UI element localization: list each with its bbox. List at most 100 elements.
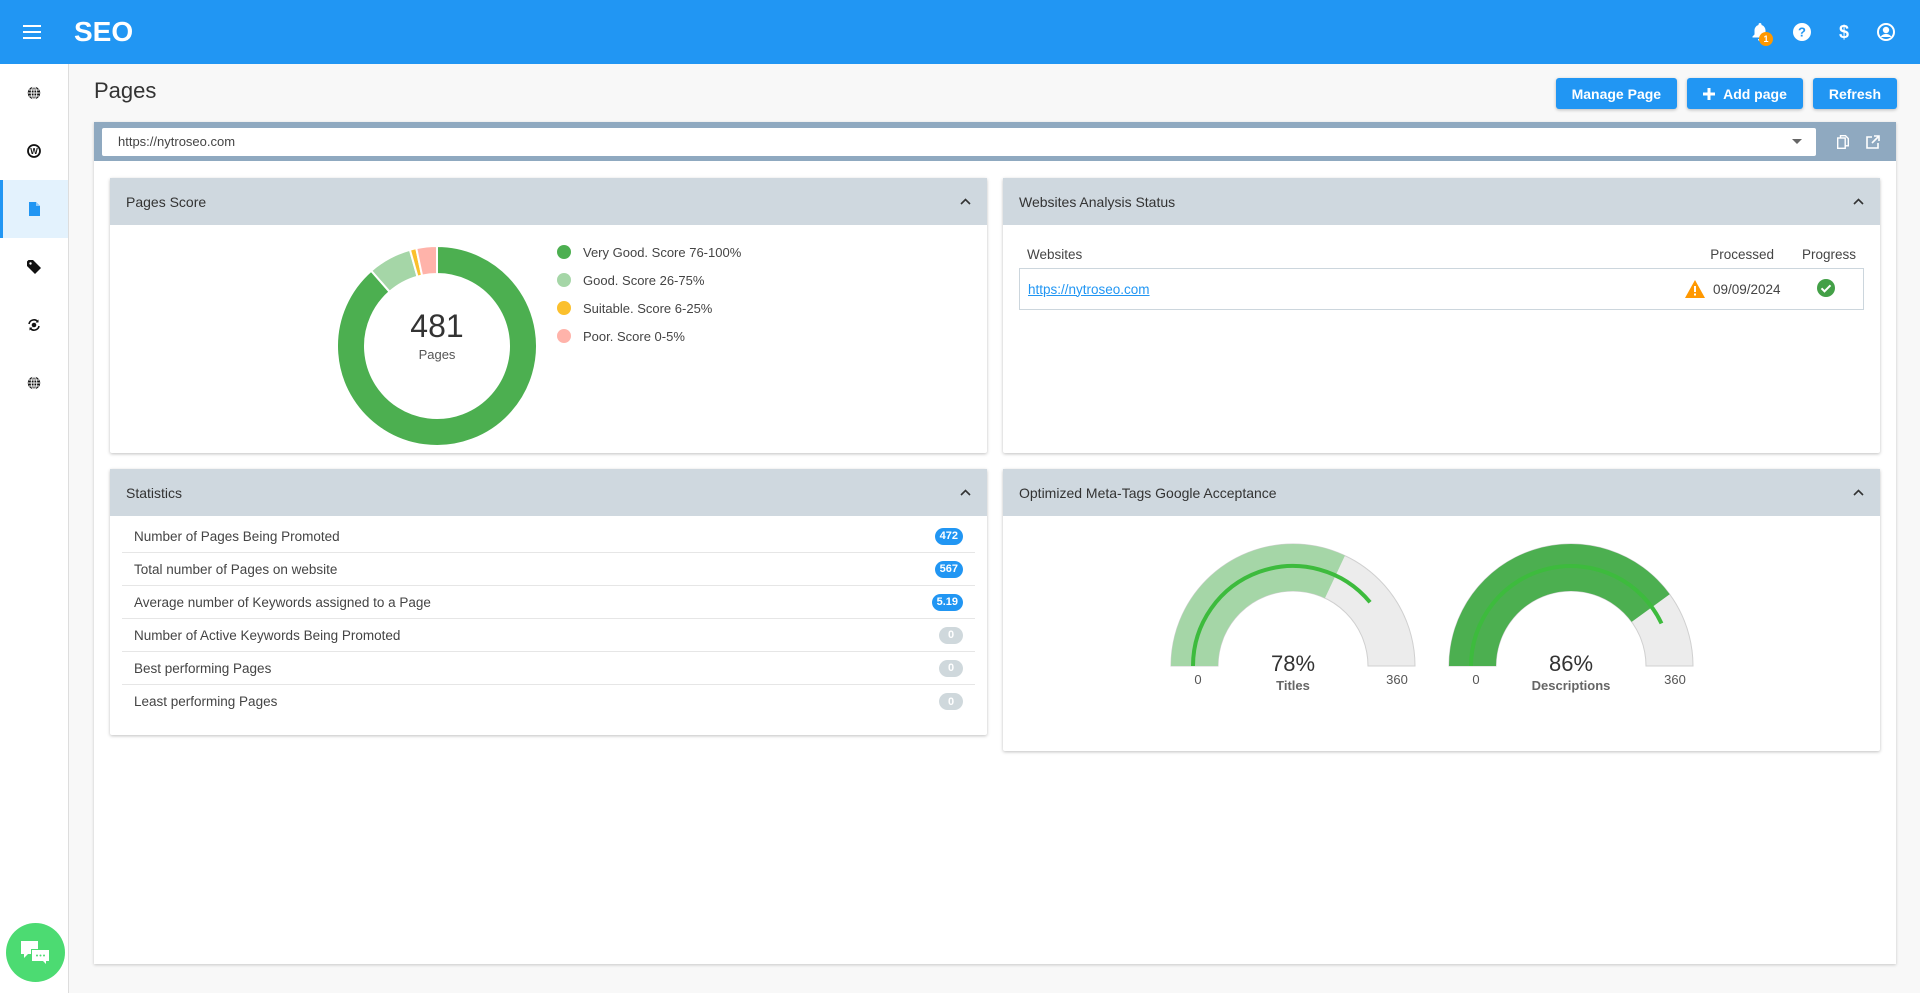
sidebar-item-global[interactable]	[0, 354, 68, 412]
legend-item[interactable]: Good. Score 26-75%	[557, 266, 741, 294]
gauge-titles: 0 360 78% Titles	[1168, 541, 1418, 701]
donut-legend: Very Good. Score 76-100% Good. Score 26-7…	[557, 238, 741, 350]
gauge-descriptions: 0 360 86% Descriptions	[1446, 541, 1696, 701]
legend-dot	[557, 273, 571, 287]
wordpress-icon: W	[27, 144, 41, 158]
stat-value-badge: 5.19	[931, 593, 963, 611]
dollar-icon[interactable]: $	[1834, 22, 1854, 42]
gauge-percent: 86%	[1548, 651, 1594, 676]
card-title: Statistics	[126, 484, 183, 501]
legend-label: Suitable. Score 6-25%	[583, 300, 713, 316]
legend-item[interactable]: Suitable. Score 6-25%	[557, 294, 741, 322]
legend-item[interactable]: Poor. Score 0-5%	[557, 322, 741, 350]
website-select-value: https://nytroseo.com	[118, 134, 236, 149]
help-icon[interactable]: ?	[1792, 22, 1812, 42]
website-link[interactable]: https://nytroseo.com	[1028, 282, 1150, 297]
chevron-up-icon[interactable]	[960, 489, 971, 496]
column-header-processed: Processed	[1710, 246, 1774, 262]
stat-row: Number of Active Keywords Being Promoted…	[122, 619, 975, 652]
chat-icon	[20, 940, 50, 966]
gauges: 0 360 78% Titles 0 360 86% Descriptions	[1168, 541, 1696, 701]
open-external-button[interactable]	[1858, 134, 1888, 149]
analysis-status-card: Websites Analysis Status Websites Proces…	[1003, 178, 1880, 453]
gauge-label: Titles	[1276, 678, 1310, 693]
plus-icon	[1703, 87, 1716, 100]
sidebar-item-pages[interactable]	[0, 180, 68, 238]
stat-label: Least performing Pages	[134, 694, 278, 709]
globe-icon	[27, 376, 41, 390]
sidebar: W	[0, 64, 69, 993]
donut-center-value: 481	[410, 308, 464, 344]
stat-label: Total number of Pages on website	[134, 561, 338, 577]
top-app-bar: SEO 1 ? $	[0, 0, 1920, 64]
warning-icon[interactable]	[1677, 280, 1713, 298]
stat-label: Best performing Pages	[134, 660, 272, 676]
stat-value-badge: 0	[939, 659, 963, 677]
legend-label: Very Good. Score 76-100%	[583, 244, 742, 260]
globe-icon	[27, 86, 41, 100]
legend-label: Poor. Score 0-5%	[583, 328, 685, 344]
sidebar-item-sync[interactable]	[0, 296, 68, 354]
stat-value-badge: 0	[939, 626, 963, 644]
chevron-up-icon[interactable]	[1853, 489, 1864, 496]
stat-value-badge: 472	[934, 527, 963, 545]
websites-table: Websites Processed Progress https://nytr…	[1019, 240, 1864, 310]
svg-text:W: W	[30, 147, 38, 156]
file-icon	[28, 202, 40, 216]
stat-label: Number of Pages Being Promoted	[134, 528, 340, 544]
column-header-websites: Websites	[1027, 246, 1083, 262]
chevron-up-icon[interactable]	[1853, 198, 1864, 205]
page-title: Pages	[94, 78, 157, 103]
copy-button[interactable]	[1828, 134, 1858, 149]
sync-icon	[28, 319, 40, 331]
legend-item[interactable]: Very Good. Score 76-100%	[557, 238, 741, 266]
chevron-up-icon[interactable]	[960, 198, 971, 205]
website-select[interactable]: https://nytroseo.com	[102, 127, 1816, 156]
chat-button[interactable]	[6, 923, 65, 982]
stat-row: Number of Pages Being Promoted 472	[122, 520, 975, 553]
stat-row: Total number of Pages on website 567	[122, 553, 975, 586]
card-title: Pages Score	[126, 193, 207, 210]
card-title: Optimized Meta-Tags Google Acceptance	[1019, 484, 1277, 501]
svg-text:?: ?	[1798, 25, 1806, 40]
menu-icon[interactable]	[0, 0, 64, 64]
app-brand[interactable]: SEO	[74, 16, 133, 48]
meta-tags-card: Optimized Meta-Tags Google Acceptance 03…	[1003, 469, 1880, 751]
notification-badge: 1	[1759, 32, 1773, 46]
bell-icon[interactable]: 1	[1750, 22, 1773, 46]
stat-row: Average number of Keywords assigned to a…	[122, 586, 975, 619]
main-panel: https://nytroseo.com Pages Score 481 Pag…	[94, 122, 1896, 964]
add-page-label: Add page	[1723, 85, 1787, 102]
legend-dot	[557, 245, 571, 259]
legend-label: Good. Score 26-75%	[583, 272, 705, 288]
gauge-label: Descriptions	[1531, 678, 1611, 693]
stat-value-badge: 567	[934, 560, 963, 578]
processed-date: 09/09/2024	[1713, 281, 1781, 297]
manage-page-button[interactable]: Manage Page	[1555, 78, 1678, 109]
column-header-progress: Progress	[1801, 246, 1856, 262]
url-bar: https://nytroseo.com	[94, 122, 1896, 161]
stat-label: Number of Active Keywords Being Promoted	[134, 627, 401, 643]
stat-value-badge: 0	[939, 693, 963, 710]
stat-label: Average number of Keywords assigned to a…	[134, 594, 431, 610]
stat-row: Best performing Pages 0	[122, 652, 975, 685]
add-page-button[interactable]: Add page	[1687, 78, 1803, 109]
legend-dot	[557, 329, 571, 343]
card-title: Websites Analysis Status	[1019, 193, 1176, 210]
caret-down-icon	[1792, 138, 1802, 144]
external-link-icon	[1866, 134, 1880, 149]
svg-text:$: $	[1839, 22, 1849, 42]
statistics-card: Statistics Number of Pages Being Promote…	[110, 469, 987, 735]
account-icon[interactable]	[1876, 22, 1896, 42]
gauge-band	[1449, 544, 1670, 666]
refresh-button[interactable]: Refresh	[1812, 78, 1897, 109]
pages-score-card: Pages Score 481 Pages Very Good. Score 7…	[110, 178, 987, 453]
tag-icon	[27, 260, 41, 274]
statistics-list: Number of Pages Being Promoted 472 Total n…	[110, 516, 987, 718]
table-row: https://nytroseo.com 09/09/2024	[1019, 268, 1864, 310]
check-circle-icon	[1793, 278, 1863, 300]
sidebar-item-keywords[interactable]	[0, 238, 68, 296]
sidebar-item-wordpress[interactable]: W	[0, 122, 68, 180]
sidebar-item-websites[interactable]	[0, 64, 68, 122]
gauge-band	[1171, 544, 1345, 666]
